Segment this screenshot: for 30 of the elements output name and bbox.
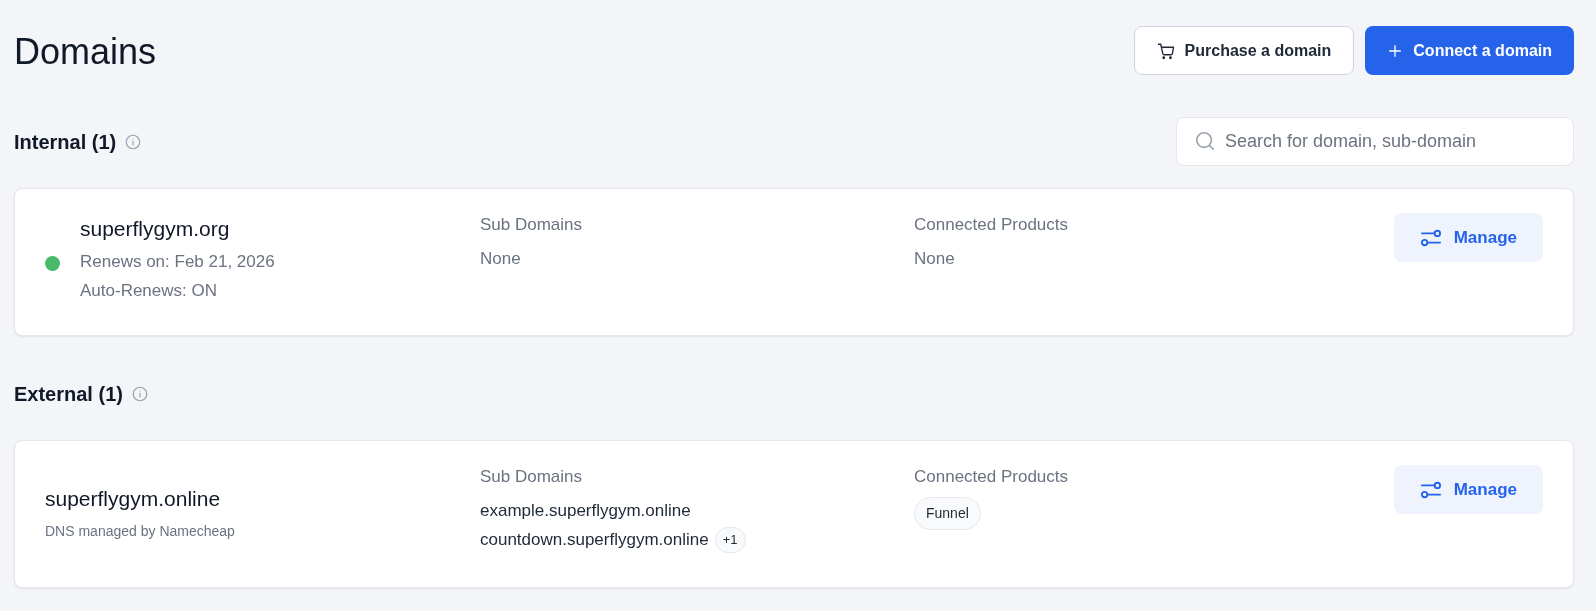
manage-button[interactable]: Manage <box>1393 465 1543 514</box>
domain-name: superflygym.org <box>80 216 231 242</box>
page-title: Domains <box>14 30 157 74</box>
sliders-icon <box>1419 479 1442 500</box>
connect-button[interactable]: Connect a domain <box>1365 26 1574 75</box>
cart-icon <box>1156 41 1175 60</box>
products-empty: None <box>914 248 956 270</box>
search-field[interactable]: Search for domain, sub-domain <box>1176 117 1574 166</box>
sub-domain: example.superflygym.online <box>480 500 691 522</box>
plus-icon <box>1387 42 1404 59</box>
info-icon <box>124 132 143 151</box>
renewal-info: Renews on: Feb 21, 2026 <box>80 251 275 273</box>
domain-name: superflygym.online <box>45 486 222 512</box>
column-label: Connected Products <box>914 466 1070 488</box>
column-label: Connected Products <box>914 214 1070 236</box>
info-icon <box>130 385 149 403</box>
search-icon <box>1194 130 1216 152</box>
product-tag: Funnel <box>914 497 981 530</box>
sub-domain: countdown.superflygym.online <box>480 528 709 551</box>
section-title: Internal (1) <box>14 129 117 155</box>
section-title: External (1) <box>14 382 123 407</box>
column-label: Sub Domains <box>480 214 584 236</box>
dns-note: DNS managed by Namecheap <box>45 522 235 541</box>
purchase-button[interactable]: Purchase a domain <box>1133 26 1355 75</box>
sub-domain: None <box>480 248 521 270</box>
column-label: Sub Domains <box>480 466 584 488</box>
more-count: +1 <box>714 527 746 553</box>
manage-button[interactable]: Manage <box>1393 213 1543 262</box>
renewal-info: Auto-Renews: ON <box>80 280 218 302</box>
sliders-icon <box>1419 227 1442 248</box>
